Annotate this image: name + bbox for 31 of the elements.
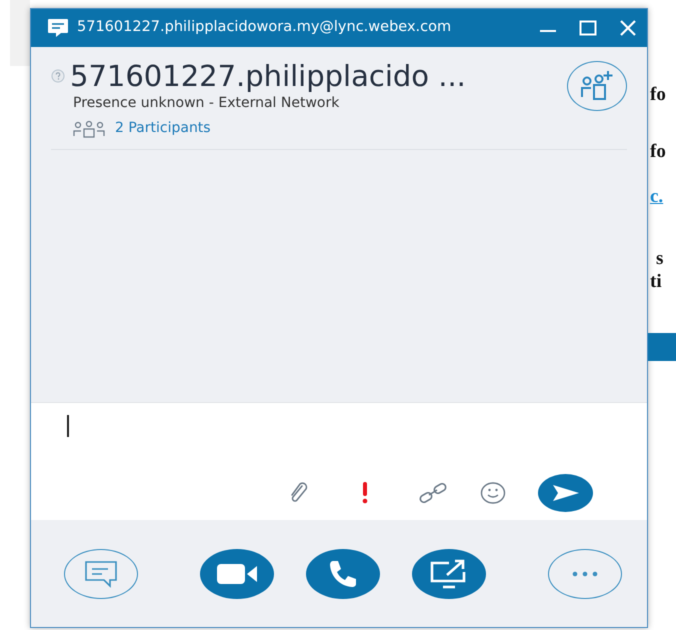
presence-icon — [51, 69, 65, 83]
chat-button[interactable] — [64, 548, 138, 598]
smiley-button[interactable] — [478, 481, 508, 505]
contact-name: 571601227.philipplacido ... — [70, 59, 466, 93]
presence-status: Presence unknown - External Network — [73, 94, 340, 113]
document-text: s — [656, 248, 664, 270]
link-icon — [418, 481, 448, 505]
more-options-button[interactable] — [548, 548, 622, 598]
exclamation-icon — [361, 481, 369, 505]
more-icon — [572, 570, 598, 576]
text-cursor — [67, 415, 68, 437]
participants-link[interactable]: 2 Participants — [115, 118, 211, 139]
send-button[interactable] — [538, 474, 593, 512]
close-icon — [619, 19, 637, 37]
chat-icon — [47, 18, 69, 38]
maximize-icon — [579, 19, 597, 37]
document-text: fo — [650, 84, 667, 106]
smiley-icon — [480, 481, 506, 505]
add-participant-button[interactable] — [567, 61, 627, 111]
document-link[interactable]: c. — [650, 186, 676, 208]
chat-icon — [83, 558, 119, 588]
send-icon — [552, 484, 580, 502]
link-button[interactable] — [418, 481, 448, 505]
maximize-button[interactable] — [579, 19, 597, 37]
close-button[interactable] — [619, 19, 637, 37]
document-text: fo — [650, 141, 667, 163]
minimize-icon — [539, 30, 557, 32]
participants-icon — [73, 120, 105, 138]
document-text: ti — [650, 271, 663, 293]
window-title: 571601227.philipplacidowora.my@lync.webex.com — [77, 18, 452, 38]
video-camera-icon — [216, 562, 258, 586]
